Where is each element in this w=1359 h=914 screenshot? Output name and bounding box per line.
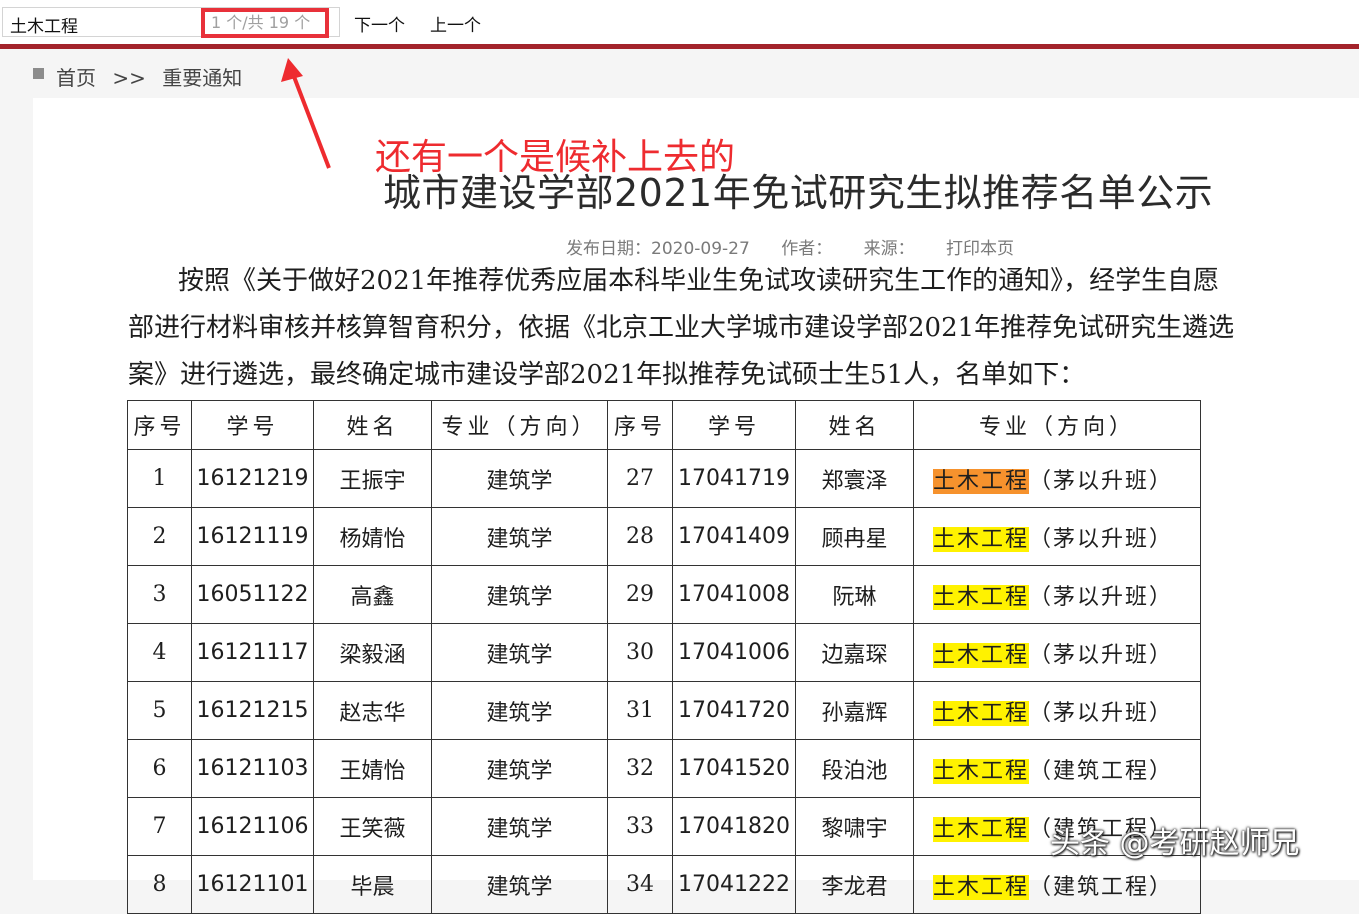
major-cell: 土木工程（茅以升班） bbox=[913, 623, 1201, 682]
header-cell: 专业（方向） bbox=[431, 400, 608, 450]
student-id-cell: 16121215 bbox=[191, 681, 314, 740]
student-id-cell: 17041409 bbox=[672, 507, 796, 566]
name-cell: 梁毅涵 bbox=[313, 623, 432, 682]
table-row: 4 16121117 梁毅涵 建筑学 30 17041006 边嘉琛 土木工程（茅以升班） bbox=[127, 623, 1201, 682]
major-direction: （茅以升班） bbox=[1029, 642, 1174, 668]
current-search-match: 土木工程 bbox=[933, 468, 1030, 494]
name-cell: 阮琳 bbox=[795, 565, 914, 624]
roster-body: 序号 学号 姓名 专业（方向） 序号 学号 姓名 专业（方向） 1 1612121… bbox=[127, 400, 1201, 914]
name-cell: 孙嘉辉 bbox=[795, 681, 914, 740]
major-cell: 建筑学 bbox=[431, 797, 608, 856]
major-cell: 建筑学 bbox=[431, 565, 608, 624]
student-id-cell: 16121119 bbox=[191, 507, 314, 566]
watermark: 头条 @考研赵师兄 bbox=[1050, 826, 1300, 861]
student-id-cell: 17041222 bbox=[672, 855, 796, 914]
name-cell: 王婧怡 bbox=[313, 739, 432, 798]
major-cell: 建筑学 bbox=[431, 855, 608, 914]
search-match: 土木工程 bbox=[933, 874, 1030, 900]
search-match: 土木工程 bbox=[933, 816, 1030, 842]
major-cell: 土木工程（茅以升班） bbox=[913, 507, 1201, 566]
table-header-row: 序号 学号 姓名 专业（方向） 序号 学号 姓名 专业（方向） bbox=[127, 400, 1201, 450]
header-cell: 专业（方向） bbox=[913, 400, 1201, 450]
table-row: 6 16121103 王婧怡 建筑学 32 17041520 段泊池 土木工程（建筑工程） bbox=[127, 739, 1201, 798]
index-cell: 6 bbox=[127, 739, 192, 798]
major-cell: 建筑学 bbox=[431, 507, 608, 566]
name-cell: 黎啸宇 bbox=[795, 797, 914, 856]
major-cell: 建筑学 bbox=[431, 681, 608, 740]
major-direction: （建筑工程） bbox=[1029, 874, 1174, 900]
roster-table: 序号 学号 姓名 专业（方向） 序号 学号 姓名 专业（方向） 1 1612121… bbox=[127, 400, 1201, 914]
major-cell: 土木工程（茅以升班） bbox=[913, 565, 1201, 624]
index-cell: 32 bbox=[607, 739, 673, 798]
student-id-cell: 16121219 bbox=[191, 449, 314, 508]
header-cell: 姓名 bbox=[313, 400, 432, 450]
student-id-cell: 16121103 bbox=[191, 739, 314, 798]
name-cell: 顾冉星 bbox=[795, 507, 914, 566]
name-cell: 段泊池 bbox=[795, 739, 914, 798]
major-cell: 土木工程（建筑工程） bbox=[913, 739, 1201, 798]
student-id-cell: 16121117 bbox=[191, 623, 314, 682]
name-cell: 赵志华 bbox=[313, 681, 432, 740]
major-cell: 土木工程（建筑工程） bbox=[913, 855, 1201, 914]
index-cell: 2 bbox=[127, 507, 192, 566]
major-cell: 土木工程（茅以升班） bbox=[913, 681, 1201, 740]
header-cell: 序号 bbox=[607, 400, 673, 450]
header-cell: 序号 bbox=[127, 400, 192, 450]
name-cell: 高鑫 bbox=[313, 565, 432, 624]
index-cell: 33 bbox=[607, 797, 673, 856]
name-cell: 杨婧怡 bbox=[313, 507, 432, 566]
major-direction: （茅以升班） bbox=[1029, 526, 1174, 552]
student-id-cell: 17041719 bbox=[672, 449, 796, 508]
search-match: 土木工程 bbox=[933, 526, 1030, 552]
major-cell: 土木工程（茅以升班） bbox=[913, 449, 1201, 508]
student-id-cell: 17041520 bbox=[672, 739, 796, 798]
student-id-cell: 17041820 bbox=[672, 797, 796, 856]
name-cell: 李龙君 bbox=[795, 855, 914, 914]
annotation-text: 还有一个是候补上去的 bbox=[375, 137, 736, 178]
major-cell: 建筑学 bbox=[431, 739, 608, 798]
index-cell: 29 bbox=[607, 565, 673, 624]
index-cell: 31 bbox=[607, 681, 673, 740]
index-cell: 1 bbox=[127, 449, 192, 508]
table-row: 5 16121215 赵志华 建筑学 31 17041720 孙嘉辉 土木工程（茅以升班） bbox=[127, 681, 1201, 740]
major-direction: （茅以升班） bbox=[1029, 700, 1174, 726]
index-cell: 4 bbox=[127, 623, 192, 682]
major-direction: （茅以升班） bbox=[1029, 584, 1174, 610]
table-row: 8 16121101 毕晨 建筑学 34 17041222 李龙君 土木工程（建筑工程） bbox=[127, 855, 1201, 914]
name-cell: 王笑薇 bbox=[313, 797, 432, 856]
search-match: 土木工程 bbox=[933, 700, 1030, 726]
index-cell: 28 bbox=[607, 507, 673, 566]
student-id-cell: 16051122 bbox=[191, 565, 314, 624]
table-row: 2 16121119 杨婧怡 建筑学 28 17041409 顾冉星 土木工程（茅以升班） bbox=[127, 507, 1201, 566]
index-cell: 8 bbox=[127, 855, 192, 914]
index-cell: 30 bbox=[607, 623, 673, 682]
major-direction: （茅以升班） bbox=[1029, 468, 1174, 494]
name-cell: 边嘉琛 bbox=[795, 623, 914, 682]
student-id-cell: 17041008 bbox=[672, 565, 796, 624]
search-match: 土木工程 bbox=[933, 642, 1030, 668]
table-row: 1 16121219 王振宇 建筑学 27 17041719 郑寰泽 土木工程（茅以升班） bbox=[127, 449, 1201, 508]
name-cell: 郑寰泽 bbox=[795, 449, 914, 508]
student-id-cell: 16121106 bbox=[191, 797, 314, 856]
table-row: 7 16121106 王笑薇 建筑学 33 17041820 黎啸宇 土木工程（建筑工程） bbox=[127, 797, 1201, 856]
index-cell: 7 bbox=[127, 797, 192, 856]
header-cell: 学号 bbox=[191, 400, 314, 450]
major-cell: 建筑学 bbox=[431, 449, 608, 508]
index-cell: 3 bbox=[127, 565, 192, 624]
major-direction: （建筑工程） bbox=[1029, 758, 1174, 784]
student-id-cell: 16121101 bbox=[191, 855, 314, 914]
student-id-cell: 17041006 bbox=[672, 623, 796, 682]
index-cell: 5 bbox=[127, 681, 192, 740]
search-match: 土木工程 bbox=[933, 584, 1030, 610]
major-cell: 建筑学 bbox=[431, 623, 608, 682]
index-cell: 34 bbox=[607, 855, 673, 914]
index-cell: 27 bbox=[607, 449, 673, 508]
name-cell: 王振宇 bbox=[313, 449, 432, 508]
search-match: 土木工程 bbox=[933, 758, 1030, 784]
student-id-cell: 17041720 bbox=[672, 681, 796, 740]
header-cell: 姓名 bbox=[795, 400, 914, 450]
header-cell: 学号 bbox=[672, 400, 796, 450]
name-cell: 毕晨 bbox=[313, 855, 432, 914]
table-row: 3 16051122 高鑫 建筑学 29 17041008 阮琳 土木工程（茅以升班） bbox=[127, 565, 1201, 624]
